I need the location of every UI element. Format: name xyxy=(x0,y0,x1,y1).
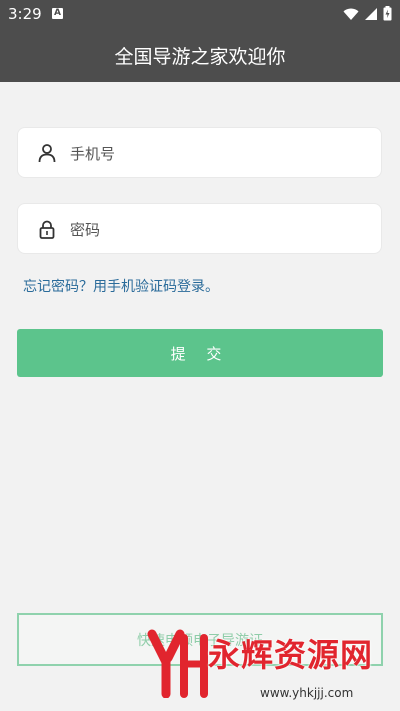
password-input[interactable] xyxy=(68,204,372,255)
phone-input[interactable] xyxy=(68,128,372,179)
watermark-url: www.yhkjjj.com xyxy=(260,686,354,700)
quick-apply-button[interactable]: 快速申领电子导游证 xyxy=(17,613,383,666)
lock-icon xyxy=(39,220,55,239)
submit-button[interactable]: 提 交 xyxy=(17,329,383,377)
quick-apply-label: 快速申领电子导游证 xyxy=(137,632,263,649)
system-icons xyxy=(343,6,392,21)
status-time: 3:29 xyxy=(8,5,42,23)
app-bar: 全国导游之家欢迎你 xyxy=(0,28,400,82)
phone-field[interactable] xyxy=(17,127,382,179)
user-icon xyxy=(38,144,56,163)
password-field[interactable] xyxy=(17,203,382,255)
status-bar: 3:29 A xyxy=(0,0,400,28)
notification-icon: A xyxy=(52,8,63,19)
battery-charging-icon xyxy=(383,6,392,21)
cellular-signal-icon xyxy=(365,7,377,20)
page-title: 全国导游之家欢迎你 xyxy=(114,45,286,68)
wifi-icon xyxy=(343,8,359,20)
forgot-password-link[interactable]: 忘记密码？用手机验证码登录。 xyxy=(23,276,219,296)
